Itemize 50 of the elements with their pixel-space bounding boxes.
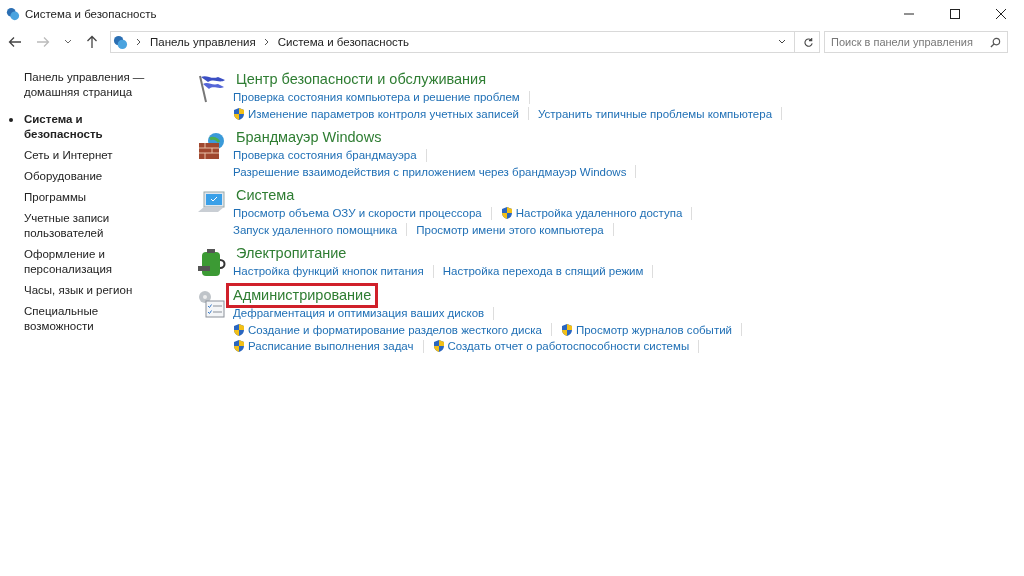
task-link[interactable]: Проверка состояния брандмауэра [233,149,417,162]
task-link[interactable]: Просмотр объема ОЗУ и скорости процессора [233,207,482,220]
sidebar-item[interactable]: Система и безопасность [24,112,154,142]
task-link[interactable]: Настройка функций кнопок питания [233,265,424,278]
address-bar[interactable]: Панель управления Система и безопасность [110,31,820,53]
chevron-down-icon[interactable] [64,39,72,45]
category-title[interactable]: Брандмауэр Windows [231,125,387,150]
sidebar-item[interactable]: Учетные записи пользователей [24,211,154,241]
task-link[interactable]: Просмотр имени этого компьютера [416,223,604,236]
chevron-right-icon [136,38,142,46]
category-title[interactable]: Администрирование [226,283,379,308]
task-link[interactable]: Создание и форматирование разделов жесткого диска [248,323,542,336]
task-link[interactable]: Настройка перехода в спящий режим [442,265,644,278]
close-icon[interactable] [995,8,1007,20]
task-link[interactable]: Дефрагментация и оптимизация ваших дисков [233,307,485,320]
chevron-right-icon [263,38,270,46]
gears-checklist-icon [196,288,228,320]
task-link[interactable]: Настройка удаленного доступа [515,207,683,220]
window-title: Система и безопасность [25,8,157,20]
category-title[interactable]: Электропитание [231,241,352,266]
back-arrow-icon[interactable] [8,36,22,48]
task-link[interactable]: Проверка состояния компьютера и решение проблем [233,91,520,104]
refresh-icon[interactable] [803,36,814,48]
sidebar-item[interactable]: Оборудование [24,169,154,184]
control-panel-icon [113,34,128,50]
chevron-down-icon[interactable] [778,39,786,45]
sidebar-item[interactable]: Оформление и персонализация [24,247,154,277]
breadcrumb[interactable]: Панель управления [150,36,256,48]
task-link[interactable]: Изменение параметров контроля учетных записей [248,107,519,120]
task-link[interactable]: Запуск удаленного помощника [233,223,398,236]
task-link[interactable]: Создать отчет о работоспособности системы [447,340,690,353]
category-title[interactable]: Центр безопасности и обслуживания [231,67,492,92]
sidebar-item[interactable]: Программы [24,190,154,205]
sidebar-item[interactable]: Часы, язык и регион [24,283,154,298]
up-arrow-icon[interactable] [86,35,98,49]
sidebar-item[interactable]: Специальные возможности [24,304,154,334]
category-title[interactable]: Система [231,183,300,208]
search-field[interactable]: Поиск в панели управления [824,31,1008,53]
battery-plug-icon [196,246,228,278]
bullet-icon [9,118,13,122]
breadcrumb[interactable]: Система и безопасность [277,36,410,48]
task-link[interactable]: Расписание выполнения задач [248,340,414,353]
control-panel-icon [6,7,20,21]
home-link[interactable]: Панель управления — домашняя страница [24,70,154,100]
task-link[interactable]: Устранить типичные проблемы компьютера [537,107,773,120]
sidebar-item[interactable]: Сеть и Интернет [24,148,154,163]
task-link[interactable]: Просмотр журналов событий [575,323,732,336]
maximize-icon[interactable] [949,8,961,20]
task-link[interactable]: Разрешение взаимодействия с приложением через брандмауэр Windows [233,165,627,178]
search-icon [990,36,1001,48]
